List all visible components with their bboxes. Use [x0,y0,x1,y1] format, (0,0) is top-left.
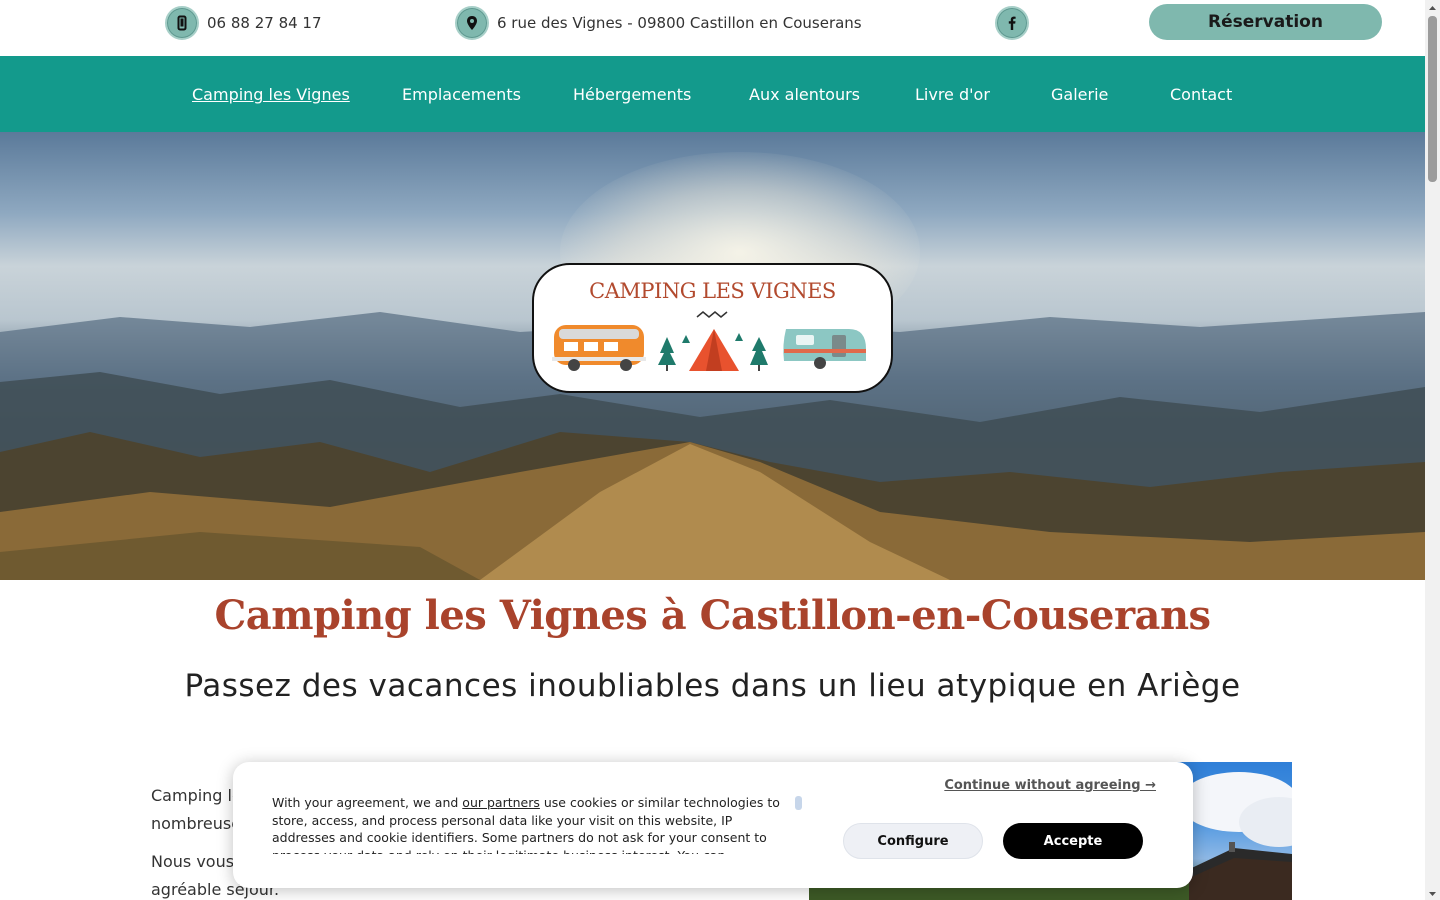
nav-item-hebergements[interactable]: Hébergements [573,85,691,104]
camping-logo[interactable]: CAMPING LES VIGNES [532,263,893,393]
cookie-text-start: With your agreement, we and [272,795,463,810]
partners-link[interactable]: our partners [462,795,540,810]
page-subtitle: Passez des vacances inoubliables dans un… [184,668,1241,704]
scrollbar-thumb[interactable] [1428,16,1437,182]
phone-number[interactable]: 06 88 27 84 17 [207,14,322,32]
continue-without-agreeing-link[interactable]: Continue without agreeing → [944,778,1156,793]
accept-button[interactable]: Accepte [1003,823,1143,859]
nav-item-livre-dor[interactable]: Livre d'or [915,85,990,104]
facebook-link[interactable] [995,6,1029,40]
scroll-up-arrow-icon[interactable] [1425,0,1440,14]
phone-contact[interactable]: 06 88 27 84 17 [165,6,322,40]
nav-item-camping-les-vignes[interactable]: Camping les Vignes [192,85,350,104]
page-title: Camping les Vignes à Castillon-en-Couser… [214,592,1211,639]
address-text[interactable]: 6 rue des Vignes - 09800 Castillon en Co… [497,14,862,32]
logo-illustration [552,311,866,371]
main-nav: Camping les Vignes Emplacements Hébergem… [0,56,1425,132]
intro-paragraph-line: nombreuse [151,814,242,833]
cookie-text-scrollbar[interactable] [795,796,802,810]
phone-icon [165,6,199,40]
scroll-down-arrow-icon[interactable] [1425,886,1440,900]
map-pin-icon [455,6,489,40]
nav-item-galerie[interactable]: Galerie [1051,85,1108,104]
top-bar: 06 88 27 84 17 6 rue des Vignes - 09800 … [0,0,1425,56]
cookie-consent-text: With your agreement, we and our partners… [272,794,797,854]
configure-button[interactable]: Configure [843,823,983,859]
page-scrollbar[interactable] [1425,0,1440,900]
address-contact[interactable]: 6 rue des Vignes - 09800 Castillon en Co… [455,6,862,40]
facebook-icon[interactable] [995,6,1029,40]
reservation-button[interactable]: Réservation [1149,4,1382,40]
nav-item-aux-alentours[interactable]: Aux alentours [749,85,860,104]
second-paragraph-line: Nous vous [151,852,235,871]
nav-item-emplacements[interactable]: Emplacements [402,85,521,104]
cookie-consent-banner: With your agreement, we and our partners… [233,762,1193,888]
hero-banner: CAMPING LES VIGNES [0,132,1425,580]
nav-item-contact[interactable]: Contact [1170,85,1232,104]
intro-paragraph-line: Camping le [151,786,242,805]
